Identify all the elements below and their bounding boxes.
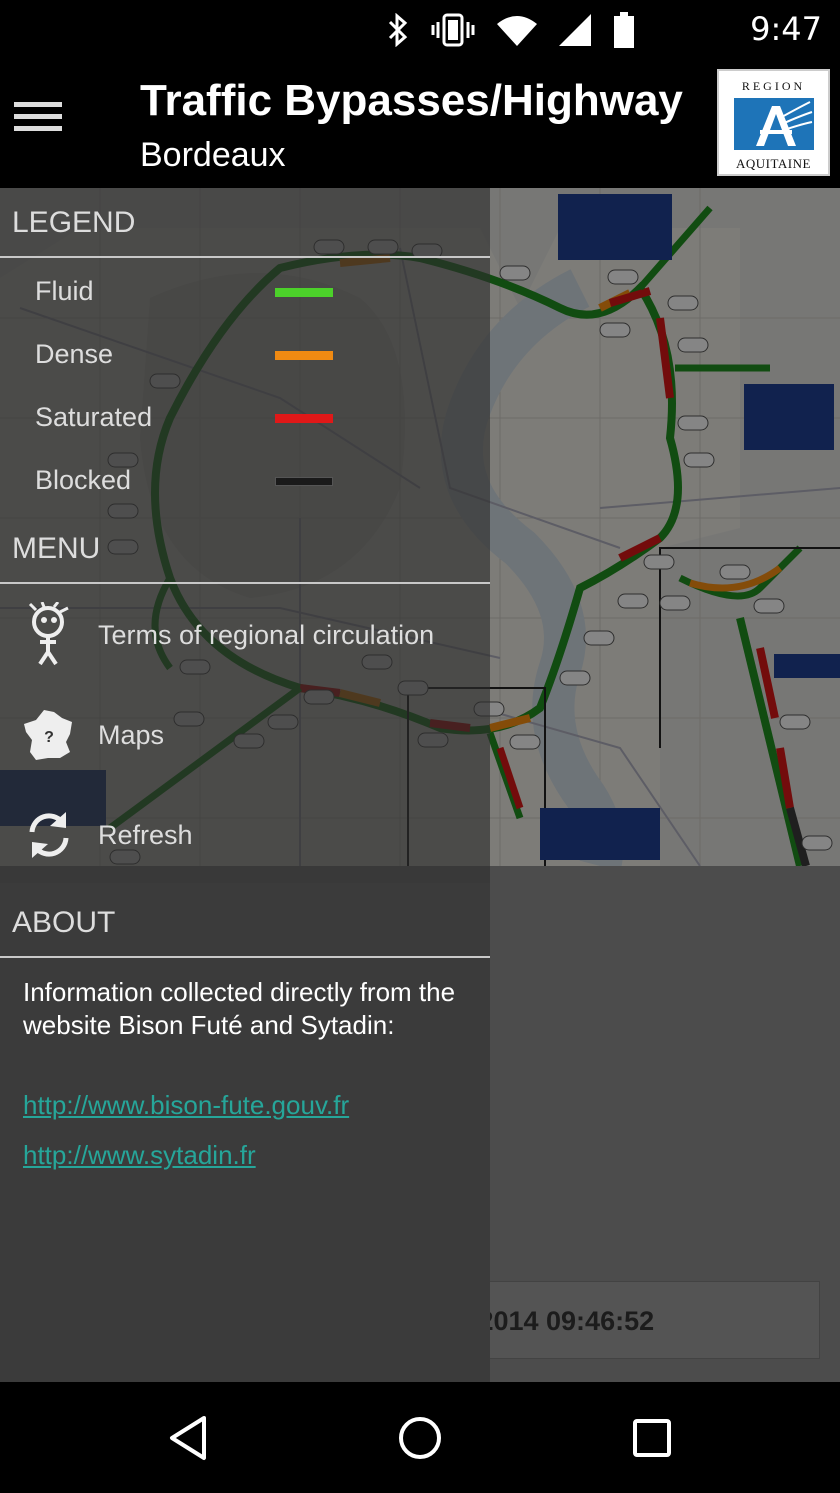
hamburger-menu-button[interactable] bbox=[14, 102, 66, 142]
menu-item-label: Refresh bbox=[98, 820, 193, 850]
menu-divider bbox=[0, 582, 490, 584]
france-map-icon: ? bbox=[24, 710, 72, 760]
legend-swatch-blocked bbox=[275, 477, 333, 486]
legend-label: Dense bbox=[35, 339, 114, 369]
refresh-icon bbox=[29, 812, 69, 858]
signal-icon bbox=[559, 14, 591, 46]
logo-text-top: REGION bbox=[741, 79, 806, 93]
vibrate-icon bbox=[431, 13, 475, 47]
legend-divider bbox=[0, 256, 490, 258]
legend-label: Blocked bbox=[35, 465, 132, 495]
home-icon[interactable] bbox=[390, 1410, 450, 1466]
menu-item-maps[interactable]: ? Maps bbox=[0, 690, 490, 780]
menu-item-label: Terms of regional circulation bbox=[98, 620, 435, 650]
menu-item-label: Maps bbox=[98, 720, 165, 750]
legend-label: Fluid bbox=[35, 276, 94, 306]
menu-header: MENU bbox=[12, 532, 101, 565]
legend-item-fluid: Fluid bbox=[35, 276, 355, 316]
back-icon[interactable] bbox=[160, 1410, 220, 1466]
legend-swatch-fluid bbox=[275, 288, 333, 297]
legend-item-saturated: Saturated bbox=[35, 402, 355, 442]
menu-item-refresh[interactable]: Refresh bbox=[0, 790, 490, 880]
legend-swatch-saturated bbox=[275, 414, 333, 423]
region-aquitaine-logo[interactable]: REGION AQUITAINE bbox=[717, 69, 830, 176]
wifi-icon bbox=[497, 16, 537, 46]
app-bar: Traffic Bypasses/Highway Bordeaux REGION… bbox=[0, 62, 840, 188]
recents-icon[interactable] bbox=[622, 1410, 682, 1466]
status-bar: 9:47 bbox=[0, 0, 840, 62]
sytadin-link[interactable]: http://www.sytadin.fr bbox=[23, 1140, 256, 1171]
page-title: Traffic Bypasses/Highway bbox=[140, 76, 683, 125]
legend-swatch-dense bbox=[275, 351, 333, 360]
status-clock: 9:47 bbox=[750, 10, 822, 48]
menu-item-terms-of-regional-circulation[interactable]: Terms of regional circulation bbox=[0, 590, 490, 680]
bluetooth-icon bbox=[388, 13, 408, 47]
bison-fute-link[interactable]: http://www.bison-fute.gouv.fr bbox=[23, 1090, 349, 1121]
page-subtitle: Bordeaux bbox=[140, 136, 286, 174]
legend-item-dense: Dense bbox=[35, 339, 355, 379]
status-icons bbox=[387, 12, 635, 48]
about-description: Information collected directly from the … bbox=[23, 977, 456, 1040]
system-navigation-bar bbox=[0, 1382, 840, 1493]
about-header: ABOUT bbox=[12, 906, 116, 939]
battery-icon bbox=[614, 12, 634, 48]
legend-header: LEGEND bbox=[12, 206, 136, 239]
logo-text-bottom: AQUITAINE bbox=[736, 156, 811, 171]
bison-fute-icon bbox=[28, 602, 69, 666]
legend-item-blocked: Blocked bbox=[35, 465, 355, 505]
hamburger-line bbox=[14, 126, 62, 131]
navigation-drawer: LEGEND Fluid Dense Saturated Blocked MEN… bbox=[0, 188, 490, 1382]
hamburger-line bbox=[14, 102, 62, 107]
svg-text:?: ? bbox=[44, 729, 54, 746]
legend-label: Saturated bbox=[35, 402, 153, 432]
about-divider bbox=[0, 956, 490, 958]
hamburger-line bbox=[14, 114, 62, 119]
logo-mark-icon bbox=[733, 98, 814, 150]
